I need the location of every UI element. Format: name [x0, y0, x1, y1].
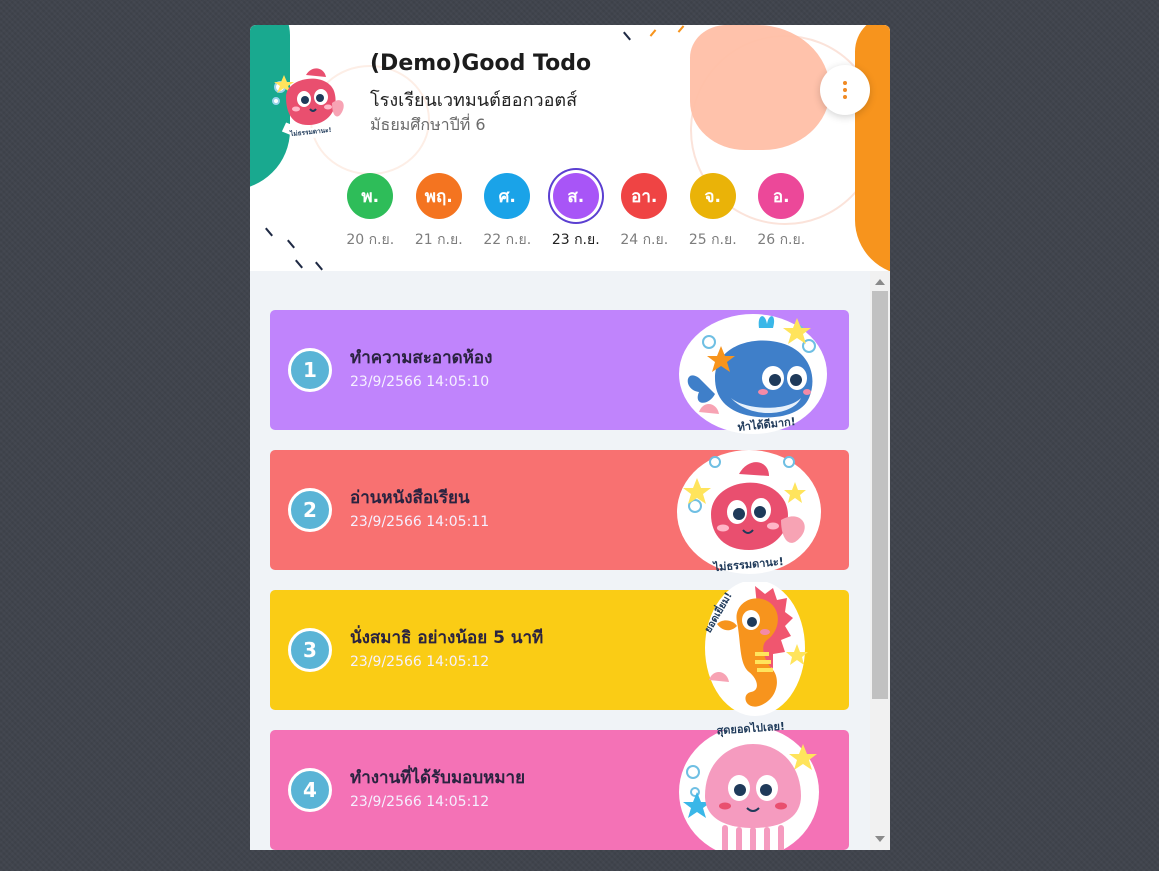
day-tab-label: ส.	[552, 173, 599, 219]
day-tab-fri[interactable]: ศ. 22 ก.ย.	[473, 173, 542, 251]
day-tab-label: ศ.	[484, 173, 531, 219]
jellyfish-sticker-icon: สุดยอดไปเลย!	[679, 722, 819, 850]
task-title: ทำงานที่ได้รับมอบหมาย	[350, 768, 526, 788]
fish-sticker-icon: ไม่ธรรมดานะ!	[677, 450, 821, 574]
scrollbar-thumb[interactable]	[872, 291, 888, 699]
task-number-badge: 3	[288, 628, 332, 672]
task-timestamp: 23/9/2566 14:05:12	[350, 794, 490, 810]
more-menu-button[interactable]	[820, 65, 870, 115]
day-selector: พ. 20 ก.ย. พฤ. 21 ก.ย. ศ. 22 ก.ย. ส. 23 …	[336, 173, 816, 251]
decor-dash	[287, 239, 295, 249]
decor-dash	[315, 261, 323, 271]
decor-dash	[295, 259, 303, 269]
day-tab-label: พ.	[347, 173, 394, 219]
task-list: 1 ทำความสะอาดห้อง 23/9/2566 14:05:10 ทำไ…	[270, 310, 849, 850]
task-card[interactable]: 2 อ่านหนังสือเรียน 23/9/2566 14:05:11 ไม…	[270, 450, 849, 574]
decor-dash	[623, 31, 631, 41]
day-tab-date: 24 ก.ย.	[620, 232, 669, 248]
decor-dash	[649, 29, 657, 37]
seahorse-sticker-icon: ยอดเยี่ยม!	[700, 582, 808, 716]
day-tab-date: 21 ก.ย.	[414, 232, 463, 248]
day-tab-date: 25 ก.ย.	[688, 232, 737, 248]
task-title: นั่งสมาธิ อย่างน้อย 5 นาที	[350, 628, 544, 648]
decor-shape	[855, 25, 890, 271]
day-tab-tue[interactable]: อ. 26 ก.ย.	[747, 173, 816, 251]
task-card[interactable]: 1 ทำความสะอาดห้อง 23/9/2566 14:05:10 ทำไ…	[270, 310, 849, 434]
decor-dash	[677, 25, 685, 33]
task-number-badge: 4	[288, 768, 332, 812]
task-timestamp: 23/9/2566 14:05:12	[350, 654, 490, 670]
grade-level: มัธยมศึกษาปีที่ 6	[370, 115, 486, 134]
vertical-scrollbar[interactable]	[870, 271, 890, 850]
day-tab-sat[interactable]: ส. 23 ก.ย.	[542, 173, 611, 251]
day-tab-sun[interactable]: อา. 24 ก.ย.	[610, 173, 679, 251]
task-timestamp: 23/9/2566 14:05:10	[350, 374, 490, 390]
task-number-badge: 1	[288, 348, 332, 392]
task-card[interactable]: 3 นั่งสมาธิ อย่างน้อย 5 นาที 23/9/2566 1…	[270, 582, 849, 716]
day-tab-thu[interactable]: พฤ. 21 ก.ย.	[405, 173, 474, 251]
day-tab-wed[interactable]: พ. 20 ก.ย.	[336, 173, 405, 251]
kebab-menu-icon	[843, 81, 847, 99]
day-tab-date: 22 ก.ย.	[483, 232, 532, 248]
task-title: อ่านหนังสือเรียน	[350, 488, 470, 508]
day-tab-date: 23 ก.ย.	[551, 232, 600, 248]
day-tab-mon[interactable]: จ. 25 ก.ย.	[679, 173, 748, 251]
day-tab-date: 26 ก.ย.	[757, 232, 806, 248]
task-title: ทำความสะอาดห้อง	[350, 348, 493, 368]
task-number-badge: 2	[288, 488, 332, 532]
day-tab-label: อา.	[621, 173, 668, 219]
task-timestamp: 23/9/2566 14:05:11	[350, 514, 490, 530]
app-title: (Demo)Good Todo	[370, 51, 592, 76]
app-window: ไม่ธรรมดานะ! (Demo)Good Todo โรงเรียนเวท…	[250, 25, 890, 850]
header: ไม่ธรรมดานะ! (Demo)Good Todo โรงเรียนเวท…	[250, 25, 890, 271]
task-card[interactable]: 4 ทำงานที่ได้รับมอบหมาย 23/9/2566 14:05:…	[270, 722, 849, 850]
day-tab-label: พฤ.	[415, 173, 462, 219]
decor-dash	[265, 227, 273, 237]
day-tab-label: จ.	[689, 173, 736, 219]
day-tab-label: อ.	[758, 173, 805, 219]
scroll-down-arrow-icon[interactable]	[875, 836, 885, 842]
app-logo-fish-icon: ไม่ธรรมดานะ!	[272, 68, 344, 138]
scroll-up-arrow-icon[interactable]	[875, 279, 885, 285]
day-tab-date: 20 ก.ย.	[346, 232, 395, 248]
decor-blob	[690, 25, 830, 150]
whale-sticker-icon: ทำได้ดีมาก!	[679, 314, 827, 434]
school-name: โรงเรียนเวทมนต์ฮอกวอตส์	[370, 90, 578, 111]
